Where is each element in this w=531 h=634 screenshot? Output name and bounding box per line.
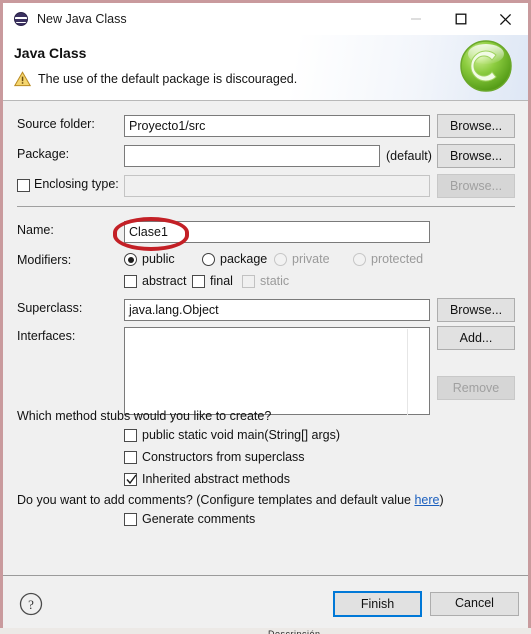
superclass-browse-button[interactable]: Browse... [437, 298, 515, 322]
package-input[interactable] [124, 145, 380, 167]
checkbox-constructors-control[interactable] [124, 451, 137, 464]
radio-private-control[interactable] [274, 253, 287, 266]
checkbox-static-label: static [260, 274, 290, 288]
warning-icon [14, 71, 31, 87]
help-button[interactable]: ? [19, 592, 43, 616]
superclass-row: Superclass: java.lang.Object Browse... [3, 297, 528, 322]
source-folder-label: Source folder: [17, 117, 95, 131]
name-row: Name: Clase1 [3, 219, 528, 243]
radio-public-control[interactable] [124, 253, 137, 266]
dialog-header: Java Class The use of the default packag… [3, 35, 528, 101]
checkbox-generate-comments-label: Generate comments [142, 512, 256, 526]
radio-protected-label: protected [371, 252, 424, 266]
checkbox-inherited-control[interactable] [124, 473, 137, 486]
separator-top [17, 206, 515, 207]
superclass-label: Superclass: [17, 301, 83, 315]
checkbox-abstract-label: abstract [142, 274, 187, 288]
checkbox-abstract-control[interactable] [124, 275, 137, 288]
method-stubs-question: Which method stubs would you like to cre… [17, 409, 272, 423]
window-title: New Java Class [37, 12, 127, 26]
dialog-body: Source folder: Proyecto1/src Browse... P… [3, 101, 528, 575]
superclass-input[interactable]: java.lang.Object [124, 299, 430, 321]
package-browse-button[interactable]: Browse... [437, 144, 515, 168]
source-folder-row: Source folder: Proyecto1/src Browse... [3, 113, 528, 138]
close-button[interactable] [483, 3, 528, 35]
interfaces-remove-button[interactable]: Remove [437, 376, 515, 400]
radio-private-label: private [292, 252, 330, 266]
comments-question-prefix: Do you want to add comments? (Configure … [17, 493, 415, 507]
background-bleed-strip: Descripción [0, 628, 531, 634]
enclosing-type-input[interactable] [124, 175, 430, 197]
radio-package-control[interactable] [202, 253, 215, 266]
comments-question: Do you want to add comments? (Configure … [17, 493, 444, 507]
radio-package-label: package [220, 252, 268, 266]
name-input[interactable]: Clase1 [124, 221, 430, 243]
modifier-checkbox-row: abstract final static [3, 271, 528, 295]
checkbox-generate-comments-control[interactable] [124, 513, 137, 526]
interfaces-row: Interfaces: Add... Remove [3, 325, 528, 415]
enclosing-type-browse-button[interactable]: Browse... [437, 174, 515, 198]
dialog-footer: ? Finish Cancel [3, 575, 528, 631]
interfaces-list[interactable] [124, 327, 430, 415]
minimize-button[interactable] [393, 3, 438, 35]
java-class-icon [13, 11, 29, 27]
modifiers-label: Modifiers: [17, 253, 72, 267]
green-c-logo [460, 40, 512, 92]
finish-button[interactable]: Finish [333, 591, 422, 617]
source-folder-input[interactable]: Proyecto1/src [124, 115, 430, 137]
maximize-button[interactable] [438, 3, 483, 35]
header-message: The use of the default package is discou… [38, 72, 298, 86]
name-label: Name: [17, 223, 54, 237]
checkbox-constructors-label: Constructors from superclass [142, 450, 305, 464]
svg-text:?: ? [28, 597, 34, 612]
window-controls [393, 3, 528, 35]
interfaces-divider [407, 329, 408, 415]
enclosing-type-row: Enclosing type: Browse... [3, 173, 528, 198]
check-mark-icon [126, 474, 137, 485]
interfaces-label: Interfaces: [17, 329, 76, 343]
checkbox-inherited-label: Inherited abstract methods [142, 472, 290, 486]
radio-public-label: public [142, 252, 175, 266]
package-label: Package: [17, 147, 70, 161]
title-bar: New Java Class [3, 3, 528, 35]
background-bleed-text: Descripción [268, 629, 321, 634]
interfaces-add-button[interactable]: Add... [437, 326, 515, 350]
source-folder-browse-button[interactable]: Browse... [437, 114, 515, 138]
checkbox-main-label: public static void main(String[] args) [142, 428, 340, 442]
page-title: Java Class [14, 45, 87, 61]
header-message-row: The use of the default package is discou… [14, 71, 297, 87]
cancel-button[interactable]: Cancel [430, 592, 519, 616]
configure-templates-link[interactable]: here [414, 493, 439, 507]
checkbox-main-control[interactable] [124, 429, 137, 442]
enclosing-type-checkbox[interactable] [17, 179, 30, 192]
radio-protected-control[interactable] [353, 253, 366, 266]
package-row: Package: (default) Browse... [3, 143, 528, 168]
enclosing-type-label: Enclosing type: [34, 177, 119, 191]
package-default-hint: (default) [386, 149, 432, 163]
new-java-class-dialog: New Java Class Java Class The use of the… [0, 0, 531, 634]
modifiers-row: Modifiers: public package private protec… [3, 249, 528, 273]
comments-question-suffix: ) [439, 493, 444, 507]
checkbox-final-control[interactable] [192, 275, 205, 288]
checkbox-static-control[interactable] [242, 275, 255, 288]
checkbox-final-label: final [210, 274, 233, 288]
